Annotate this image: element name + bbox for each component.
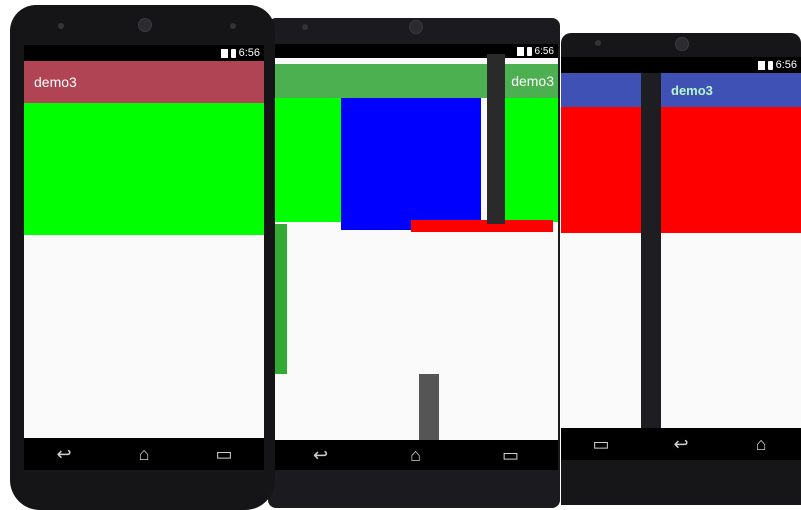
status-bar: 6:56 (561, 57, 801, 73)
front-camera (138, 18, 152, 32)
app-bar: demo3 (24, 61, 264, 103)
front-camera (675, 37, 689, 51)
status-bar: 6:56 (273, 44, 558, 58)
status-bar: 6:56 (24, 45, 264, 61)
phone-device-2: 6:56 demo3 ↩ ⌂ ▭ (268, 18, 560, 508)
navigation-bar: ▭ ↩ ⌂ (561, 428, 801, 460)
device-3-screen: 6:56 demo3 ▭ ↩ ⌂ (561, 57, 801, 460)
green-block (273, 98, 341, 222)
status-time: 6:56 (238, 47, 260, 59)
recents-icon[interactable]: ▭ (586, 435, 616, 453)
front-camera (409, 20, 423, 34)
battery-icon (767, 60, 773, 70)
sensor-dot (230, 23, 236, 29)
home-icon[interactable]: ⌂ (401, 446, 431, 464)
back-icon[interactable]: ↩ (49, 445, 79, 463)
app-title: demo3 (511, 73, 554, 89)
recents-icon[interactable]: ▭ (209, 445, 239, 463)
back-icon[interactable]: ↩ (666, 435, 696, 453)
red-block (561, 107, 801, 233)
frame-divider (641, 73, 661, 460)
app-bar: demo3 (561, 73, 801, 107)
navigation-bar: ↩ ⌂ ▭ (273, 440, 558, 470)
home-icon[interactable]: ⌂ (746, 435, 776, 453)
app-bar: demo3 (273, 64, 558, 98)
glitch-stripe-left (273, 224, 287, 374)
back-icon[interactable]: ↩ (306, 446, 336, 464)
signal-icon (220, 48, 228, 58)
blue-block (341, 98, 481, 230)
device-1-screen: 6:56 demo3 ↩ ⌂ ▭ (24, 45, 264, 470)
phone-device-1: 6:56 demo3 ↩ ⌂ ▭ (10, 5, 275, 510)
green-block (24, 103, 264, 235)
green-block-right (505, 98, 558, 222)
device-2-screen: 6:56 demo3 (273, 44, 558, 440)
battery-icon (526, 46, 532, 56)
speaker-dot (58, 23, 64, 29)
red-block (411, 220, 553, 232)
navigation-bar: ↩ ⌂ ▭ (24, 438, 264, 470)
app-title: demo3 (671, 82, 713, 98)
battery-icon (230, 48, 236, 58)
glitch-stripe (487, 54, 505, 224)
speaker-dot (595, 40, 601, 46)
home-icon[interactable]: ⌂ (129, 445, 159, 463)
glitch-stripe-center (419, 374, 439, 440)
status-time: 6:56 (534, 45, 554, 57)
speaker-dot (302, 24, 308, 30)
phone-device-3: 6:56 demo3 ▭ ↩ ⌂ (561, 33, 801, 505)
signal-icon (516, 46, 524, 56)
recents-icon[interactable]: ▭ (496, 446, 526, 464)
app-title: demo3 (34, 74, 77, 90)
status-time: 6:56 (775, 59, 797, 71)
signal-icon (757, 60, 765, 70)
